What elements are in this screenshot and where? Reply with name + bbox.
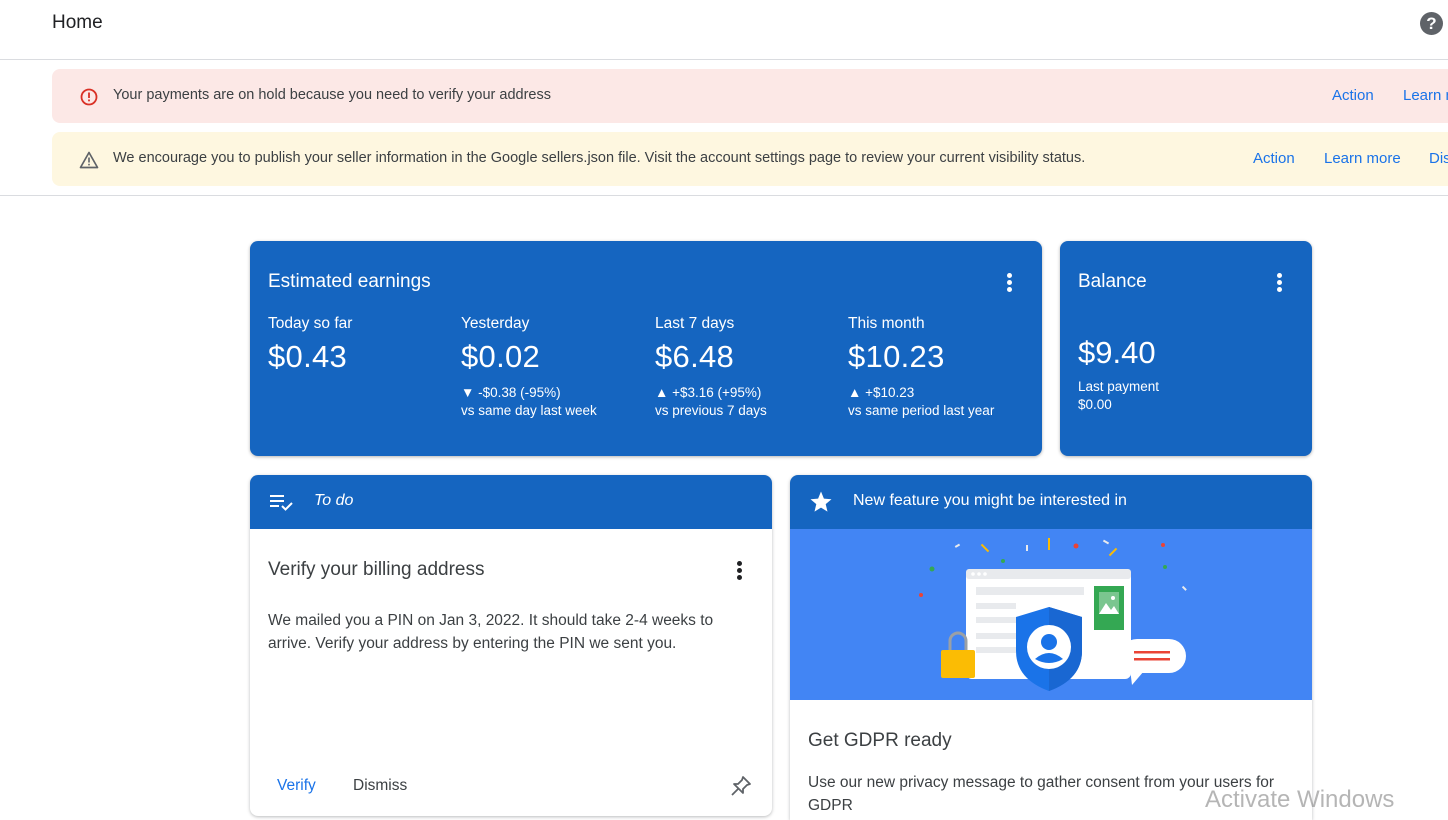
metric-value: $10.23 bbox=[848, 339, 945, 374]
metric-value: $0.43 bbox=[268, 339, 348, 374]
metric-comparison: vs same period last year bbox=[848, 403, 995, 418]
banner-dismiss-link[interactable]: Dis bbox=[1429, 150, 1448, 167]
more-options-icon[interactable] bbox=[1277, 273, 1283, 293]
metric-comparison: vs previous 7 days bbox=[655, 403, 767, 418]
payment-hold-banner: Your payments are on hold because you ne… bbox=[52, 69, 1448, 123]
banner-message: We encourage you to publish your seller … bbox=[113, 150, 1086, 166]
metric-comparison: vs same day last week bbox=[461, 403, 597, 418]
top-bar: Home ? bbox=[0, 0, 1448, 60]
metric-today: Today so far $0.43 bbox=[268, 315, 453, 375]
banner-learn-more-link[interactable]: Learn more bbox=[1324, 150, 1401, 167]
more-options-icon[interactable] bbox=[737, 561, 743, 581]
metric-label: Yesterday bbox=[461, 315, 530, 332]
card-header: To do bbox=[250, 475, 772, 529]
metric-label: This month bbox=[848, 315, 925, 332]
gdpr-illustration bbox=[790, 529, 1312, 700]
page-title: Home bbox=[52, 12, 103, 33]
task-title: Verify your billing address bbox=[268, 559, 485, 580]
last-payment-label: Last payment bbox=[1078, 379, 1160, 394]
banner-learn-more-link[interactable]: Learn m bbox=[1403, 87, 1448, 104]
metric-value: $6.48 bbox=[655, 339, 735, 374]
verify-button[interactable]: Verify bbox=[277, 777, 316, 795]
sellers-json-banner: We encourage you to publish your seller … bbox=[52, 132, 1448, 186]
metric-change: ▲ +$10.23 bbox=[848, 385, 915, 400]
checklist-icon bbox=[270, 495, 293, 511]
help-circle-icon[interactable]: ? bbox=[1420, 12, 1443, 35]
card-header-title: To do bbox=[314, 492, 354, 509]
banner-message: Your payments are on hold because you ne… bbox=[113, 87, 551, 103]
privacy-shield-illustration bbox=[919, 538, 1187, 691]
card-header: New feature you might be interested in bbox=[790, 475, 1312, 529]
feature-title: Get GDPR ready bbox=[808, 730, 952, 751]
card-title: Estimated earnings bbox=[268, 271, 431, 292]
section-divider bbox=[0, 195, 1448, 196]
metric-change: ▲ +$3.16 (+95%) bbox=[655, 385, 762, 400]
activate-windows-watermark: Activate Windows bbox=[1205, 786, 1395, 813]
estimated-earnings-card: Estimated earnings Today so far $0.43 Ye… bbox=[250, 241, 1042, 456]
error-icon bbox=[80, 88, 98, 106]
metric-label: Today so far bbox=[268, 315, 353, 332]
balance-card: Balance $9.40 Last payment $0.00 bbox=[1060, 241, 1312, 456]
metric-value: $0.02 bbox=[461, 339, 541, 374]
card-header-title: New feature you might be interested in bbox=[853, 492, 1127, 509]
balance-value: $9.40 bbox=[1078, 335, 1156, 370]
metric-this-month: This month $10.23 ▲ +$10.23 vs same peri… bbox=[848, 315, 1033, 418]
star-icon bbox=[810, 491, 832, 512]
todo-card: To do Verify your billing address We mai… bbox=[250, 475, 772, 816]
metric-label: Last 7 days bbox=[655, 315, 735, 332]
task-description: We mailed you a PIN on Jan 3, 2022. It s… bbox=[268, 612, 714, 652]
dismiss-button[interactable]: Dismiss bbox=[353, 777, 407, 795]
warning-icon bbox=[79, 151, 99, 169]
metric-last-7-days: Last 7 days $6.48 ▲ +$3.16 (+95%) vs pre… bbox=[655, 315, 840, 418]
last-payment-value: $0.00 bbox=[1078, 397, 1112, 412]
card-title: Balance bbox=[1078, 271, 1147, 292]
metric-yesterday: Yesterday $0.02 ▼ -$0.38 (-95%) vs same … bbox=[461, 315, 646, 418]
pin-icon[interactable] bbox=[730, 775, 752, 797]
new-feature-card: New feature you might be interested in G… bbox=[790, 475, 1312, 820]
more-options-icon[interactable] bbox=[1007, 273, 1013, 293]
metric-change: ▼ -$0.38 (-95%) bbox=[461, 385, 561, 400]
banner-action-link[interactable]: Action bbox=[1332, 87, 1374, 104]
banner-action-link[interactable]: Action bbox=[1253, 150, 1295, 167]
